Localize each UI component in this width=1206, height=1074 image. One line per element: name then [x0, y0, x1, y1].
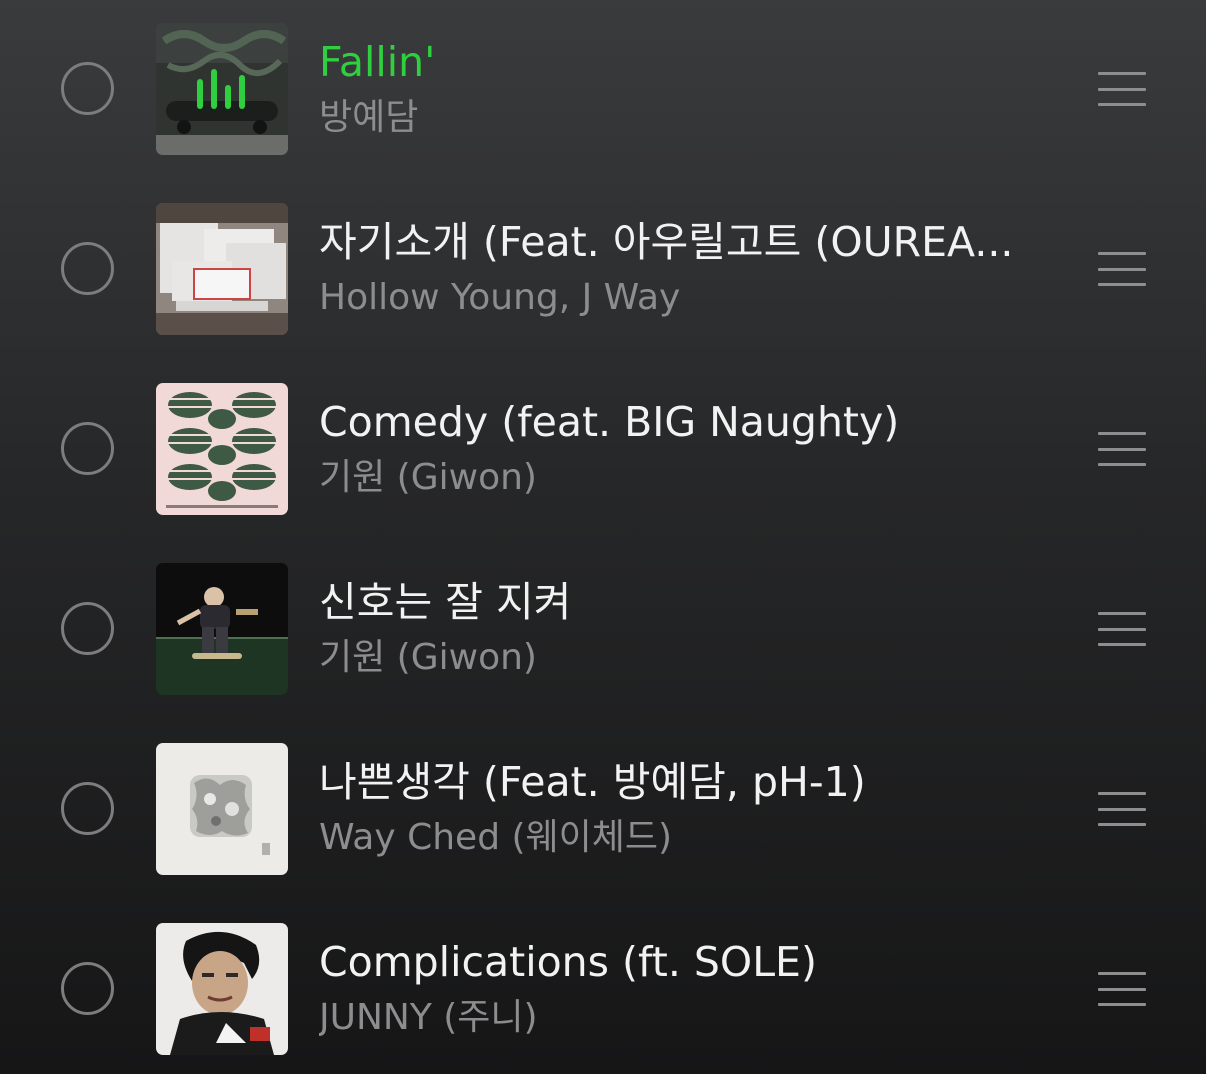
drag-handle-icon[interactable]	[1098, 252, 1146, 286]
track-row[interactable]: Comedy (feat. BIG Naughty) 기원 (Giwon)	[0, 360, 1206, 540]
track-row[interactable]: 신호는 잘 지켜 기원 (Giwon)	[0, 540, 1206, 720]
select-radio[interactable]	[61, 602, 114, 655]
drag-handle-icon[interactable]	[1098, 972, 1146, 1006]
track-row[interactable]: Complications (ft. SOLE) JUNNY (주니)	[0, 900, 1206, 1074]
album-art	[156, 923, 288, 1055]
album-art	[156, 743, 288, 875]
track-title: Complications (ft. SOLE)	[319, 938, 817, 986]
select-radio[interactable]	[61, 422, 114, 475]
track-artist: JUNNY (주니)	[319, 997, 538, 1038]
track-artist: Hollow Young, J Way	[319, 277, 681, 318]
album-art	[156, 23, 288, 155]
select-radio[interactable]	[61, 62, 114, 115]
album-art	[156, 203, 288, 335]
track-row[interactable]: 자기소개 (Feat. 아우릴고트 (OUREA... Hollow Young…	[0, 180, 1206, 360]
track-row[interactable]: Fallin' 방예담	[0, 0, 1206, 180]
track-artist: 방예담	[319, 97, 419, 138]
track-title: 자기소개 (Feat. 아우릴고트 (OUREA...	[319, 218, 1014, 266]
drag-handle-icon[interactable]	[1098, 72, 1146, 106]
drag-handle-icon[interactable]	[1098, 792, 1146, 826]
queue-list: Fallin' 방예담 자기소개 (Feat. 아우릴고트 (OUREA... …	[0, 0, 1206, 1074]
track-row[interactable]: 나쁜생각 (Feat. 방예담, pH-1) Way Ched (웨이체드)	[0, 720, 1206, 900]
track-artist: 기원 (Giwon)	[319, 637, 537, 678]
track-title: 신호는 잘 지켜	[319, 578, 572, 626]
track-artist: Way Ched (웨이체드)	[319, 817, 673, 858]
track-title: 나쁜생각 (Feat. 방예담, pH-1)	[319, 758, 866, 806]
album-art	[156, 563, 288, 695]
track-artist: 기원 (Giwon)	[319, 457, 537, 498]
track-title: Fallin'	[319, 38, 436, 86]
select-radio[interactable]	[61, 962, 114, 1015]
album-art	[156, 383, 288, 515]
track-title: Comedy (feat. BIG Naughty)	[319, 398, 900, 446]
select-radio[interactable]	[61, 782, 114, 835]
drag-handle-icon[interactable]	[1098, 612, 1146, 646]
select-radio[interactable]	[61, 242, 114, 295]
drag-handle-icon[interactable]	[1098, 432, 1146, 466]
